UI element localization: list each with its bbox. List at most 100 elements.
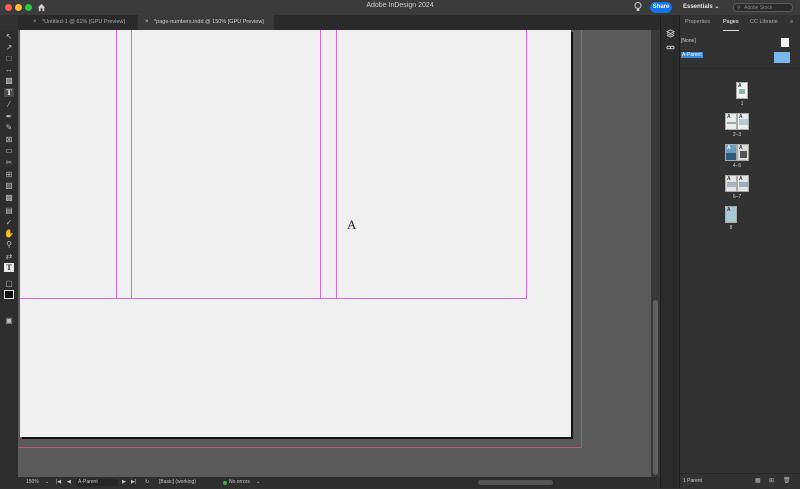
line-tool-icon[interactable]: ⁄ (4, 100, 14, 109)
page-thumbnail-7[interactable]: A (737, 175, 749, 192)
title-bar: Adobe InDesign 2024 Share Essentials ⌄ ⚲… (0, 0, 800, 15)
parent-page-marker[interactable]: A (347, 217, 356, 233)
page-selector[interactable]: A-Parent (76, 479, 118, 486)
pencil-tool-icon[interactable]: ✎ (4, 123, 14, 132)
adobe-stock-search[interactable]: ⚲ Adobe Stock (733, 3, 793, 12)
previous-page-icon[interactable]: ◀ (67, 477, 71, 488)
chevron-down-icon: ⌄ (714, 4, 720, 10)
screen-mode-icon[interactable]: ▣ (4, 316, 14, 325)
tab-properties[interactable]: Properties (685, 15, 710, 30)
tools-panel: ↖ ↗ □ ↔ ▩ T ⁄ ✒ ✎ ⊠ ▭ ✂ ⊞ ▨ ▩ ▤ ✓ ✋ ⚲ ⇄ … (0, 30, 18, 488)
horizontal-scrollbar-thumb[interactable] (478, 480, 553, 485)
margin-guide (20, 298, 527, 299)
app-title: Adobe InDesign 2024 (366, 2, 434, 9)
page-thumbnail-2[interactable]: A (725, 113, 737, 130)
pen-tool-icon[interactable]: ✒ (4, 112, 14, 121)
page-parent-mark: A (727, 207, 731, 213)
bleed-guide (581, 30, 582, 447)
pages-panel: Properties Pages CC Librarie ≡ [None] A-… (679, 15, 800, 488)
style-status[interactable]: [Basic] (working) (159, 477, 196, 488)
page-label: 2–3 (732, 132, 742, 138)
close-tab-icon[interactable]: × (33, 15, 37, 30)
tab-page-numbers[interactable]: × *page-numbers.indd @ 150% [GPU Preview… (138, 15, 274, 30)
delete-page-icon[interactable]: 🗑 (783, 477, 791, 484)
first-page-icon[interactable]: |◀ (56, 477, 61, 488)
eyedropper-icon[interactable]: ✓ (4, 218, 14, 227)
lightbulb-icon[interactable] (634, 2, 642, 12)
document-canvas[interactable]: A (18, 30, 660, 477)
type-tool-icon[interactable]: T (4, 88, 14, 97)
last-page-icon[interactable]: ▶| (131, 477, 136, 488)
document-page[interactable]: A (20, 30, 571, 437)
page-thumbnail-6[interactable]: A (725, 175, 737, 192)
zoom-tool-icon[interactable]: ⚲ (4, 240, 14, 249)
gradient-swatch-icon[interactable]: ▨ (4, 181, 14, 190)
status-bar: 150% ⌄ |◀ ◀ A-Parent ▶ ▶| ↻ [Basic] (wor… (18, 477, 660, 488)
selection-icon[interactable]: ↖ (4, 32, 14, 41)
bleed-guide (18, 447, 582, 448)
rectangle-icon[interactable]: ▭ (4, 146, 14, 155)
tab-cc-libraries[interactable]: CC Librarie (750, 15, 778, 30)
rectangle-frame-icon[interactable]: ⊠ (4, 135, 14, 144)
apply-color-icon[interactable]: ▢ (4, 279, 14, 288)
page-label: 4–5 (732, 163, 742, 169)
preflight-status-dot (223, 481, 227, 485)
next-page-icon[interactable]: ▶ (122, 477, 126, 488)
pages-panel-icon[interactable] (666, 29, 675, 38)
a-parent-label[interactable]: A-Parent (681, 52, 703, 58)
page-thumbnail-1[interactable]: A (736, 82, 748, 99)
gap-tool-icon[interactable]: ↔ (4, 65, 14, 74)
none-parent-label[interactable]: [None] (681, 38, 696, 44)
chevron-down-icon[interactable]: ⌄ (256, 477, 260, 488)
page-thumbnail-3[interactable]: A (737, 113, 749, 130)
vertical-scrollbar[interactable] (651, 30, 660, 477)
none-parent-thumbnail[interactable] (781, 38, 789, 47)
panel-menu-icon[interactable]: ≡ (790, 15, 793, 30)
search-icon: ⚲ (737, 5, 741, 11)
edit-page-size-icon[interactable]: ▦ (755, 477, 761, 484)
zoom-level[interactable]: 150% (26, 477, 39, 488)
page-thumbnail-4[interactable]: A (725, 144, 737, 161)
new-page-icon[interactable]: ⊞ (769, 477, 774, 484)
a-parent-thumbnail[interactable] (774, 52, 790, 63)
hand-tool-icon[interactable]: ✋ (4, 229, 14, 238)
column-guide (131, 30, 132, 298)
tab-untitled-1[interactable]: × *Untitled-1 @ 61% [GPU Preview] (26, 15, 138, 30)
pages-panel-footer: 1 Parent ▦ ⊞ 🗑 (680, 473, 800, 489)
tab-label: *Untitled-1 @ 61% [GPU Preview] (42, 19, 125, 25)
scissors-icon[interactable]: ✂ (4, 158, 14, 167)
share-button[interactable]: Share (650, 2, 672, 13)
page-thumbnail-8[interactable]: A (725, 206, 737, 223)
tab-label: *page-numbers.indd @ 150% [GPU Preview] (154, 19, 264, 25)
tab-pages[interactable]: Pages (723, 15, 739, 31)
close-tab-icon[interactable]: × (145, 15, 149, 30)
note-tool-icon[interactable]: ▤ (4, 206, 14, 215)
direct-selection-icon[interactable]: ↗ (4, 43, 14, 52)
spread-rotation-icon[interactable]: ↻ (145, 477, 149, 488)
free-transform-icon[interactable]: ⊞ (4, 170, 14, 179)
links-panel-icon[interactable] (666, 43, 675, 52)
panel-icon-strip (660, 15, 680, 488)
page-label: 1 (740, 101, 744, 107)
formatting-affects-icon[interactable]: T (4, 263, 14, 272)
fill-stroke-icon[interactable]: ⇄ (4, 252, 14, 261)
page-parent-mark: A (727, 114, 731, 120)
scrollbar-thumb[interactable] (653, 300, 658, 475)
page-parent-mark: A (727, 145, 731, 151)
page-count: 1 Parent (683, 478, 702, 484)
fill-color-icon[interactable] (4, 290, 14, 299)
page-thumbnail-5[interactable]: A (737, 144, 749, 161)
column-guide (320, 30, 321, 298)
panel-divider (680, 68, 800, 69)
workspace-label: Essentials (683, 4, 713, 10)
chevron-down-icon[interactable]: ⌄ (45, 477, 49, 488)
stock-search-placeholder: Adobe Stock (744, 5, 773, 11)
gradient-feather-icon[interactable]: ▩ (4, 193, 14, 202)
document-tab-bar: × *Untitled-1 @ 61% [GPU Preview] × *pag… (18, 15, 660, 30)
workspace-switcher[interactable]: Essentials ⌄ (683, 3, 719, 10)
content-collector-icon[interactable]: ▩ (4, 76, 14, 85)
preflight-status[interactable]: No errors (229, 477, 250, 488)
page-label: 8 (729, 225, 733, 231)
column-guide (336, 30, 337, 298)
page-tool-icon[interactable]: □ (4, 54, 14, 63)
